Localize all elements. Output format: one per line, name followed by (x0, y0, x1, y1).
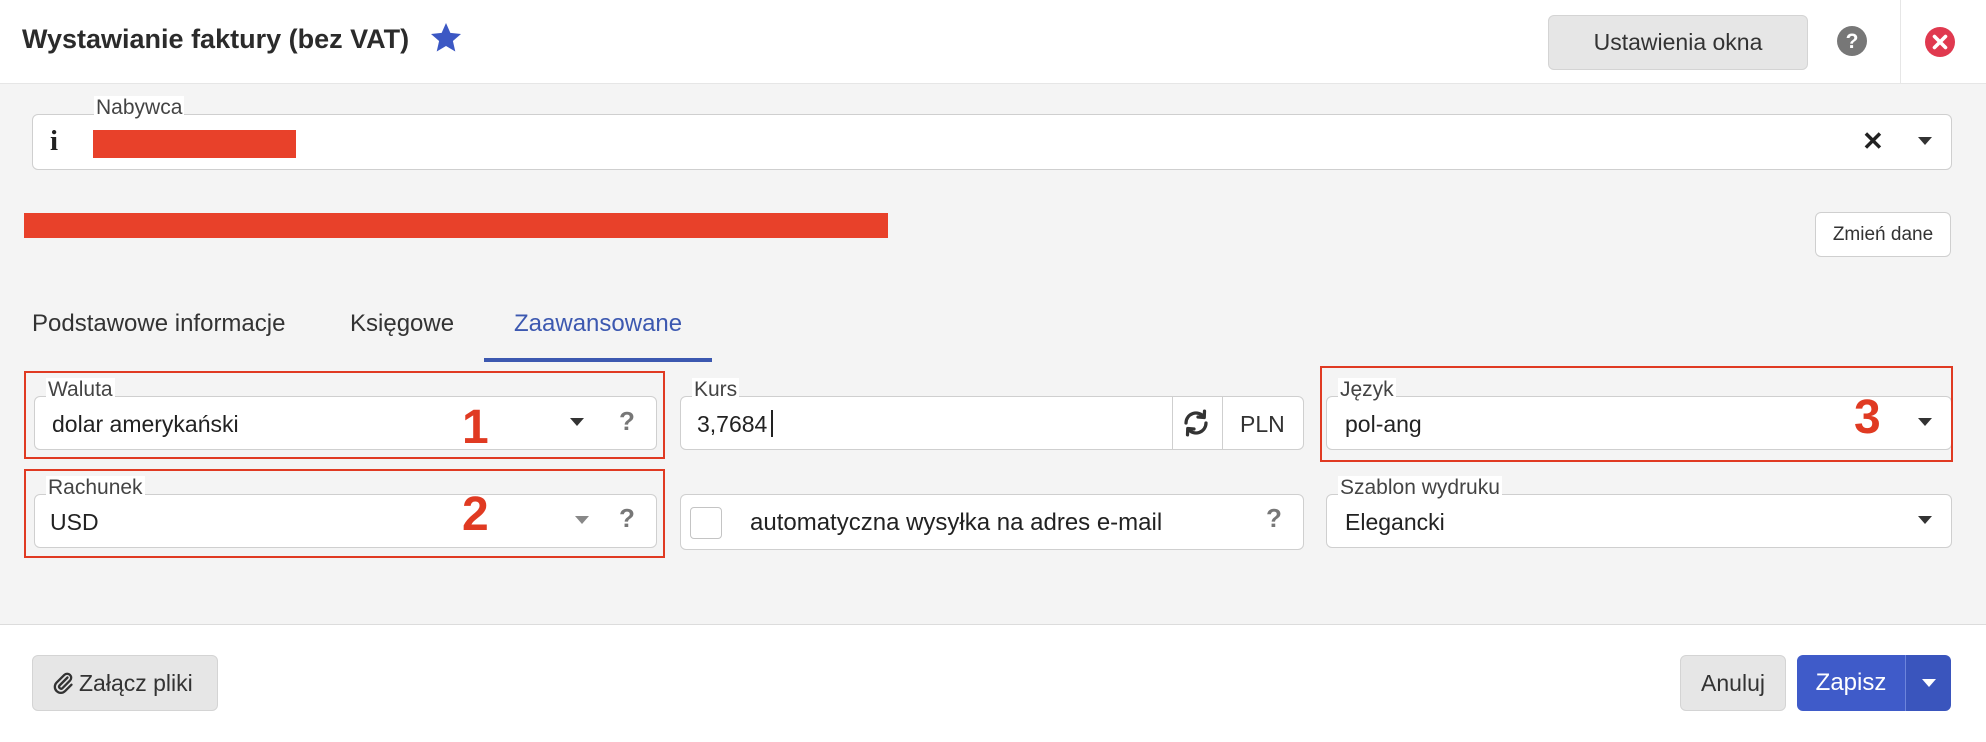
clear-icon[interactable]: ✕ (1862, 126, 1884, 157)
annotation-number-1: 1 (462, 401, 489, 454)
info-icon[interactable]: i (50, 125, 58, 158)
close-icon[interactable] (1924, 26, 1956, 58)
auto-email-label: automatyczna wysyłka na adres e-mail (750, 509, 1163, 536)
print-template-value: Elegancki (1345, 509, 1445, 535)
chevron-down-icon (1921, 679, 1936, 687)
buyer-label: Nabywca (94, 96, 185, 120)
rate-divider-1 (1172, 397, 1173, 449)
dialog-title: Wystawianie faktury (bez VAT) (22, 24, 410, 54)
attach-files-label: Załącz pliki (79, 669, 193, 696)
auto-email-checkbox[interactable] (690, 507, 722, 539)
tab-basic-info[interactable]: Podstawowe informacje (32, 310, 285, 338)
tab-advanced[interactable]: Zaawansowane (514, 310, 682, 338)
svg-text:?: ? (1846, 30, 1859, 53)
save-options-button[interactable] (1905, 655, 1951, 711)
annotation-number-3: 3 (1854, 391, 1881, 444)
exchange-rate-label: Kurs (692, 378, 740, 402)
redacted-buyer-name (93, 130, 296, 158)
tab-accounting[interactable]: Księgowe (350, 310, 454, 338)
rate-unit: PLN (1240, 411, 1285, 437)
header-divider (1900, 0, 1901, 84)
paperclip-icon (53, 672, 73, 694)
window-settings-button[interactable]: Ustawienia okna (1548, 15, 1808, 70)
text-cursor (771, 410, 773, 437)
change-data-button[interactable]: Zmień dane (1815, 212, 1951, 257)
save-button[interactable]: Zapisz (1797, 655, 1905, 711)
annotation-box-2 (24, 469, 665, 558)
exchange-rate-value[interactable]: 3,7684 (697, 411, 767, 438)
tab-bar (0, 288, 1986, 364)
attach-files-button[interactable]: Załącz pliki (32, 655, 218, 711)
redacted-buyer-address (24, 213, 888, 238)
chevron-down-icon[interactable] (1918, 137, 1932, 145)
active-tab-indicator (484, 358, 712, 362)
cancel-button[interactable]: Anuluj (1680, 655, 1786, 711)
annotation-number-2: 2 (462, 488, 489, 541)
buyer-select[interactable] (32, 114, 1952, 170)
print-template-label: Szablon wydruku (1338, 476, 1502, 500)
refresh-icon[interactable] (1181, 408, 1211, 438)
auto-email-help-icon[interactable]: ? (1266, 503, 1282, 534)
annotation-box-1 (24, 371, 665, 459)
chevron-down-icon[interactable] (1918, 516, 1932, 524)
rate-divider-2 (1222, 397, 1223, 449)
help-icon[interactable]: ? (1836, 25, 1868, 57)
favorite-star-icon[interactable] (428, 20, 464, 56)
